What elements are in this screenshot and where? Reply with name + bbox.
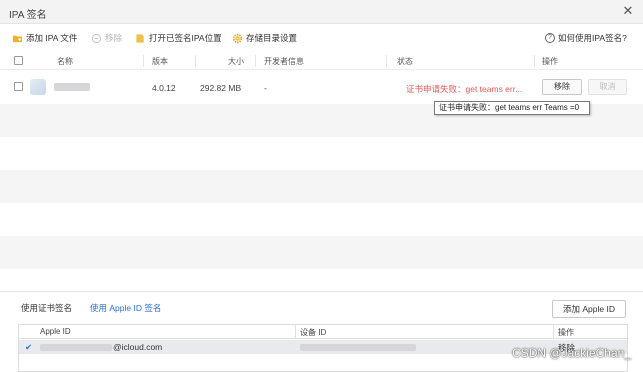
developer-info: - [264,83,267,93]
col-divider [295,325,296,339]
help-link[interactable]: ? 如何使用IPA签名? [545,31,627,45]
open-signed-location-label: 打开已签名IPA位置 [149,33,222,43]
remove-label: 移除 [105,33,123,43]
col-status: 状态 [397,57,413,66]
ipa-table-header: 名称 版本 大小 开发者信息 状态 操作 [0,52,643,70]
close-icon[interactable]: ✕ [621,4,635,18]
row-checkbox[interactable] [14,82,23,91]
check-icon: ✔ [25,342,33,352]
col-divider [534,55,535,67]
add-ipa-label: 添加 IPA 文件 [26,33,78,43]
col-name: 名称 [57,57,73,66]
storage-settings-button[interactable]: 存储目录设置 [232,31,297,45]
watermark: CSDN @JackieChan_ [512,346,631,360]
apple-id-email-suffix: @icloud.com [113,342,163,352]
folder-open-icon [136,33,144,43]
window-title: IPA 签名 [9,10,47,21]
status-tooltip: 证书申请失败：get teams err Teams =0 [434,101,590,115]
app-icon [30,79,46,95]
col-actions: 操作 [542,57,558,66]
gear-icon [232,33,243,43]
col-divider [143,55,144,67]
help-label: 如何使用IPA签名? [558,33,627,43]
col-apple-id: Apple ID [40,327,71,336]
row-remove-button[interactable]: 移除 [542,79,582,95]
title-bar: IPA 签名 ✕ [0,0,643,24]
tab-apple-id-sign[interactable]: 使用 Apple ID 签名 [90,302,161,314]
col-actions: 操作 [558,328,574,337]
col-size: 大小 [228,57,244,66]
col-device-id: 设备 ID [300,328,327,337]
col-version: 版本 [152,57,168,66]
app-name-redacted [54,83,90,91]
remove-button[interactable]: 移除 [91,31,122,45]
table-row[interactable]: 4.0.12 292.82 MB - 证书申请失败：get teams err.… [0,71,643,103]
select-all-checkbox[interactable] [14,56,23,65]
col-divider [553,325,554,339]
remove-circle-icon [91,33,102,43]
toolbar: 添加 IPA 文件 移除 打开已签名IPA位置 存储目录设置 ? 如何使用IPA… [0,28,643,48]
storage-settings-label: 存储目录设置 [246,33,298,43]
empty-row [0,236,643,269]
apple-id-redacted [40,344,112,351]
help-icon: ? [545,33,555,43]
col-developer: 开发者信息 [264,57,304,66]
col-divider [195,55,196,67]
col-divider [386,55,387,67]
app-version: 4.0.12 [152,83,176,93]
device-id-redacted [300,344,416,351]
folder-add-icon [12,35,23,42]
add-ipa-button[interactable]: 添加 IPA 文件 [12,31,77,45]
col-divider [255,55,256,67]
tab-cert-sign[interactable]: 使用证书签名 [21,302,72,314]
add-apple-id-button[interactable]: 添加 Apple ID [552,300,626,318]
row-cancel-button[interactable]: 取消 [588,79,627,95]
empty-row [0,170,643,203]
status-error-text[interactable]: 证书申请失败：get teams err... [406,83,522,95]
open-signed-location-button[interactable]: 打开已签名IPA位置 [135,31,222,45]
apple-id-table-header: Apple ID 设备 ID 操作 [19,325,627,339]
app-size: 292.82 MB [200,83,242,93]
